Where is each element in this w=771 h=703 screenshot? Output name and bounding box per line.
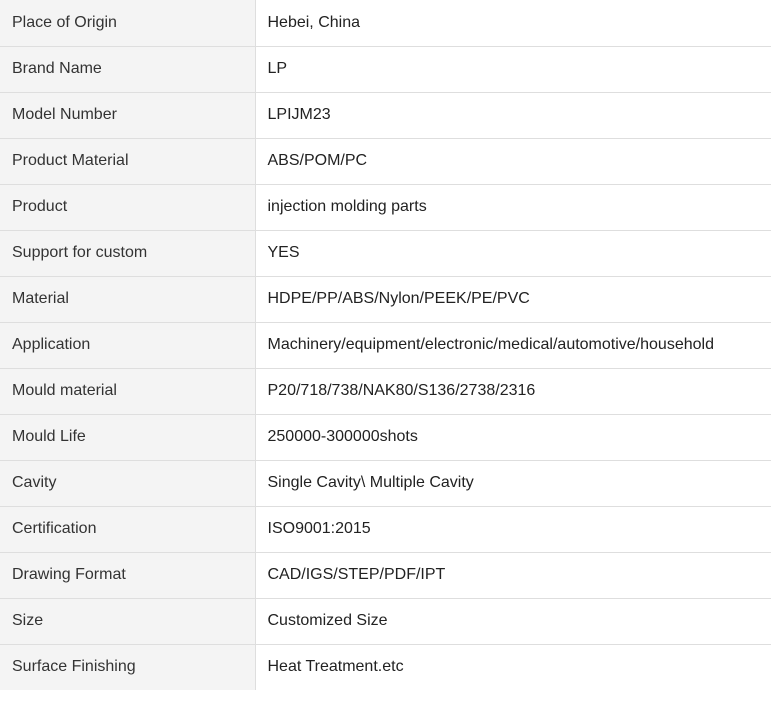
spec-row: Place of Origin Hebei, China [0, 0, 771, 47]
spec-label: Cavity [0, 460, 256, 507]
spec-value: ISO9001:2015 [255, 506, 771, 553]
spec-value: YES [255, 230, 771, 277]
spec-row: Certification ISO9001:2015 [0, 506, 771, 553]
spec-label: Place of Origin [0, 0, 256, 47]
spec-value: Machinery/equipment/electronic/medical/a… [255, 322, 771, 369]
spec-row: Material HDPE/PP/ABS/Nylon/PEEK/PE/PVC [0, 276, 771, 323]
spec-label: Brand Name [0, 46, 256, 93]
spec-label: Product Material [0, 138, 256, 185]
spec-row: Mould material P20/718/738/NAK80/S136/27… [0, 368, 771, 415]
spec-label: Material [0, 276, 256, 323]
spec-table-body: Place of Origin Hebei, China Brand Name … [0, 0, 771, 690]
spec-value: injection molding parts [255, 184, 771, 231]
spec-row: Product Material ABS/POM/PC [0, 138, 771, 185]
spec-label: Model Number [0, 92, 256, 139]
spec-label: Certification [0, 506, 256, 553]
product-spec-table: Place of Origin Hebei, China Brand Name … [0, 0, 771, 690]
spec-row: Cavity Single Cavity\ Multiple Cavity [0, 460, 771, 507]
spec-row: Mould Life 250000-300000shots [0, 414, 771, 461]
spec-label: Mould Life [0, 414, 256, 461]
spec-row: Model Number LPIJM23 [0, 92, 771, 139]
spec-value: Heat Treatment.etc [255, 644, 771, 690]
spec-row: Drawing Format CAD/IGS/STEP/PDF/IPT [0, 552, 771, 599]
spec-value: Customized Size [255, 598, 771, 645]
spec-value: Hebei, China [255, 0, 771, 47]
spec-row: Product injection molding parts [0, 184, 771, 231]
spec-row: Surface Finishing Heat Treatment.etc [0, 644, 771, 690]
spec-row: Brand Name LP [0, 46, 771, 93]
spec-label: Support for custom [0, 230, 256, 277]
spec-label: Application [0, 322, 256, 369]
spec-row: Support for custom YES [0, 230, 771, 277]
spec-label: Mould material [0, 368, 256, 415]
spec-row: Size Customized Size [0, 598, 771, 645]
spec-value: HDPE/PP/ABS/Nylon/PEEK/PE/PVC [255, 276, 771, 323]
spec-value: Single Cavity\ Multiple Cavity [255, 460, 771, 507]
spec-value: 250000-300000shots [255, 414, 771, 461]
spec-label: Product [0, 184, 256, 231]
spec-label: Drawing Format [0, 552, 256, 599]
spec-row: Application Machinery/equipment/electron… [0, 322, 771, 369]
spec-value: ABS/POM/PC [255, 138, 771, 185]
spec-label: Size [0, 598, 256, 645]
spec-value: LPIJM23 [255, 92, 771, 139]
spec-label: Surface Finishing [0, 644, 256, 690]
spec-value: CAD/IGS/STEP/PDF/IPT [255, 552, 771, 599]
spec-value: LP [255, 46, 771, 93]
spec-value: P20/718/738/NAK80/S136/2738/2316 [255, 368, 771, 415]
